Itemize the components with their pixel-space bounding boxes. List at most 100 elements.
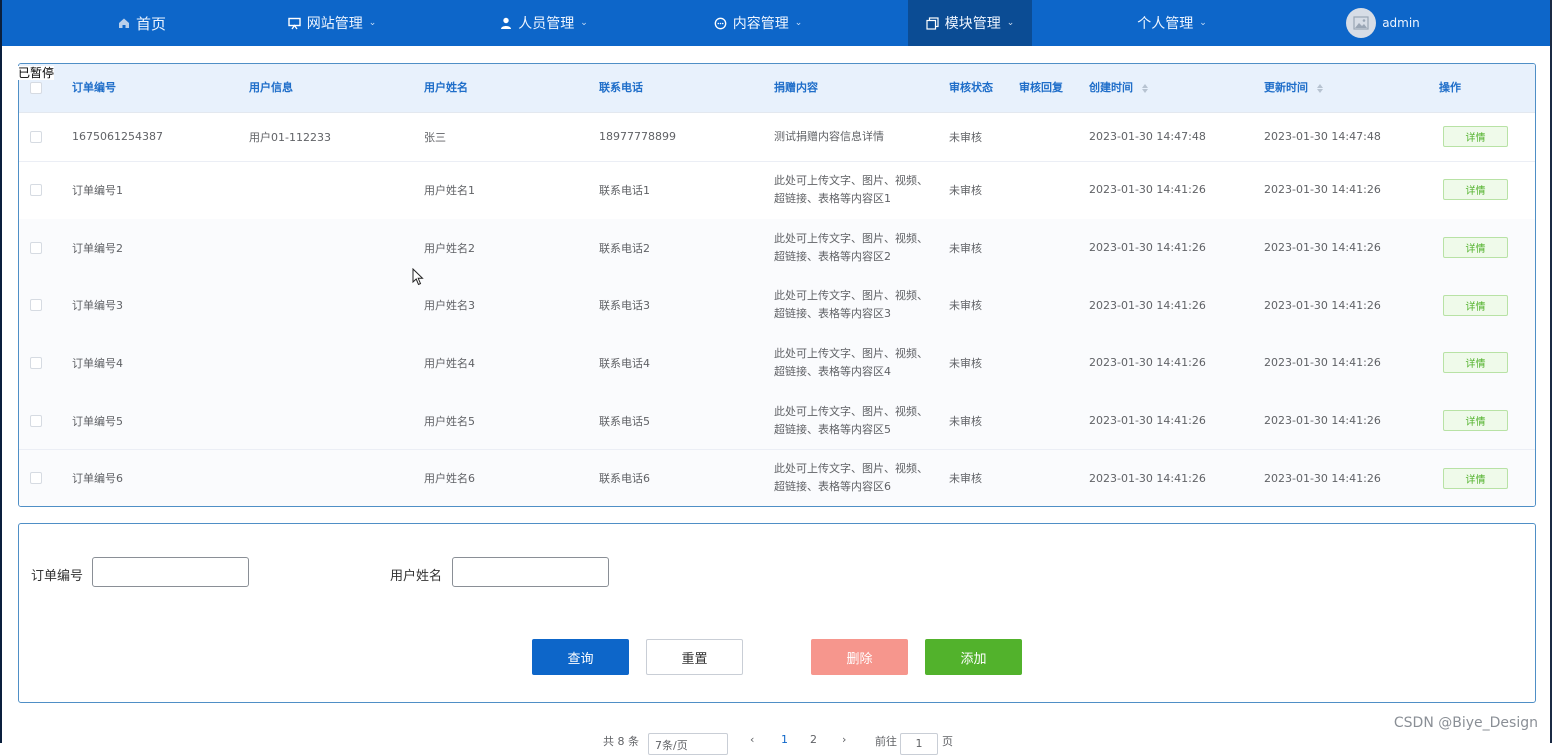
nav-item-content[interactable]: 内容管理 ⌄ [698, 0, 818, 46]
cell-phone: 联系电话4 [599, 356, 650, 370]
column-header: 审核状态 [949, 81, 993, 94]
cell-action: 详情 [1443, 112, 1508, 161]
cell-created: 2023-01-30 14:41:26 [1089, 241, 1206, 255]
page-number-current[interactable]: 1 [781, 733, 788, 753]
cell-user-name: 张三 [424, 130, 446, 144]
row-checkbox[interactable] [30, 276, 42, 334]
avatar [1346, 8, 1377, 38]
nav-item-modules[interactable]: 模块管理 ⌄ [908, 0, 1032, 46]
detail-button[interactable]: 详情 [1443, 237, 1508, 259]
delete-button[interactable]: 删除 [811, 639, 908, 675]
cell-updated: 2023-01-30 14:41:26 [1264, 298, 1381, 312]
query-button[interactable]: 查询 [532, 639, 629, 675]
detail-button[interactable]: 详情 [1443, 352, 1508, 374]
cell-order-no: 订单编号1 [72, 183, 123, 197]
cell-phone: 联系电话6 [599, 472, 650, 486]
table-row: 1675061254387 用户01-112233 张三 18977778899 测试捐… [19, 112, 1535, 162]
column-header-label: 创建时间 [1089, 81, 1133, 94]
table-row: 订单编号3 用户姓名3 联系电话3 此处可上传文字、图片、视频、超链接、表格等内容区3… [19, 276, 1535, 336]
cell-updated: 2023-01-30 14:41:26 [1264, 183, 1381, 197]
nav-item-label: 个人管理 [1137, 16, 1194, 32]
cell-action: 详情 [1443, 334, 1508, 392]
watermark: CSDN @Biye_Design [1393, 715, 1538, 731]
table-row: 订单编号2 用户姓名2 联系电话2 此处可上传文字、图片、视频、超链接、表格等内容区2… [19, 218, 1535, 278]
user-name-label: 用户姓名 [390, 569, 443, 584]
nav-item-label: 首页 [135, 14, 166, 33]
nav-item-label: 网站管理 [306, 16, 363, 32]
row-checkbox[interactable] [30, 334, 42, 392]
cell-updated: 2023-01-30 14:41:26 [1264, 356, 1381, 370]
pagination-total: 共 8 条 [603, 735, 639, 748]
cell-updated: 2023-01-30 14:41:26 [1264, 241, 1381, 255]
cell-order-no: 订单编号4 [72, 356, 123, 370]
reset-button[interactable]: 重置 [646, 639, 743, 675]
nav-item-label: 人员管理 [518, 16, 575, 32]
cell-updated: 2023-01-30 14:47:48 [1264, 130, 1381, 143]
cell-phone: 联系电话2 [599, 241, 650, 255]
add-button[interactable]: 添加 [925, 639, 1022, 675]
cell-content: 此处可上传文字、图片、视频、超链接、表格等内容区3 [774, 289, 928, 321]
nav-item-home[interactable]: 首页 [97, 0, 187, 46]
user-menu[interactable]: admin [1338, 0, 1428, 46]
nav-item-site[interactable]: 网站管理 ⌄ [272, 0, 392, 46]
row-checkbox[interactable] [30, 112, 42, 161]
search-panel: 订单编号 用户姓名 查询 重置 删除 添加 [18, 523, 1536, 703]
chevron-down-icon: ⌄ [580, 18, 588, 28]
prev-page-button[interactable]: ‹ [750, 733, 754, 753]
cell-created: 2023-01-30 14:47:48 [1089, 130, 1206, 143]
page-number[interactable]: 2 [810, 733, 817, 753]
image-placeholder-icon [1353, 16, 1369, 30]
detail-button[interactable]: 详情 [1443, 294, 1508, 316]
detail-button[interactable]: 详情 [1443, 126, 1508, 147]
row-checkbox[interactable] [30, 450, 42, 507]
cell-user-name: 用户姓名1 [424, 183, 475, 197]
detail-button[interactable]: 详情 [1443, 179, 1508, 201]
row-checkbox[interactable] [30, 219, 42, 277]
page-size-select[interactable]: 7条/页 [648, 733, 728, 755]
nav-item-people[interactable]: 人员管理 ⌄ [484, 0, 604, 46]
cell-updated: 2023-01-30 14:41:26 [1264, 471, 1381, 485]
column-header: 用户信息 [249, 81, 293, 94]
table-row: 订单编号6 用户姓名6 联系电话6 此处可上传文字、图片、视频、超链接、表格等内容区6… [19, 449, 1535, 507]
cell-status: 未审核 [949, 472, 982, 486]
column-header-updated-sortable[interactable]: 更新时间 [1264, 64, 1323, 112]
chevron-down-icon: ⌄ [1199, 18, 1207, 28]
home-icon [118, 17, 130, 29]
module-icon [926, 16, 939, 30]
nav-item-label: 内容管理 [732, 16, 789, 32]
cell-order-no: 1675061254387 [72, 130, 163, 143]
column-header: 操作 [1439, 81, 1461, 94]
user-name-input[interactable] [452, 557, 609, 587]
row-checkbox[interactable] [30, 392, 42, 450]
row-checkbox[interactable] [30, 161, 42, 219]
nav-item-personal[interactable]: 个人管理 ⌄ [1112, 0, 1232, 46]
goto-page-input[interactable]: 1 [900, 733, 938, 755]
cell-content: 此处可上传文字、图片、视频、超链接、表格等内容区1 [774, 173, 928, 205]
next-page-button[interactable]: › [842, 733, 846, 753]
order-no-label: 订单编号 [31, 569, 84, 584]
order-no-input[interactable] [92, 557, 249, 587]
column-header-created-sortable[interactable]: 创建时间 [1089, 64, 1148, 112]
chevron-down-icon: ⌄ [368, 18, 377, 28]
column-header-label: 更新时间 [1264, 81, 1308, 94]
detail-button[interactable]: 详情 [1443, 410, 1508, 432]
cell-order-no: 订单编号3 [72, 299, 123, 313]
top-nav-bar: 首页 网站管理 ⌄ 人员管理 ⌄ 内容管理 ⌄ 模块管理 ⌄ 个人管理 ⌄ ad… [2, 0, 1550, 46]
cell-created: 2023-01-30 14:41:26 [1089, 356, 1206, 370]
cell-user-name: 用户姓名5 [424, 414, 475, 428]
paused-label: 已暂停 [18, 66, 55, 80]
column-header: 联系电话 [599, 81, 643, 94]
page-unit-label: 页 [942, 735, 953, 748]
cell-user-info: 用户01-112233 [249, 130, 331, 144]
table-header: 订单编号 用户信息 用户姓名 联系电话 捐赠内容 审核状态 审核回复 创建时间 … [19, 64, 1535, 113]
detail-button[interactable]: 详情 [1443, 467, 1508, 489]
cell-created: 2023-01-30 14:41:26 [1089, 298, 1206, 312]
cell-content: 此处可上传文字、图片、视频、超链接、表格等内容区2 [774, 231, 928, 263]
column-header: 用户姓名 [424, 81, 468, 94]
cell-user-name: 用户姓名3 [424, 299, 475, 313]
goto-label: 前往 [875, 735, 897, 748]
cell-action: 详情 [1443, 219, 1508, 277]
sort-icon[interactable] [1316, 83, 1323, 93]
cell-action: 详情 [1443, 392, 1508, 450]
sort-icon[interactable] [1141, 83, 1148, 93]
